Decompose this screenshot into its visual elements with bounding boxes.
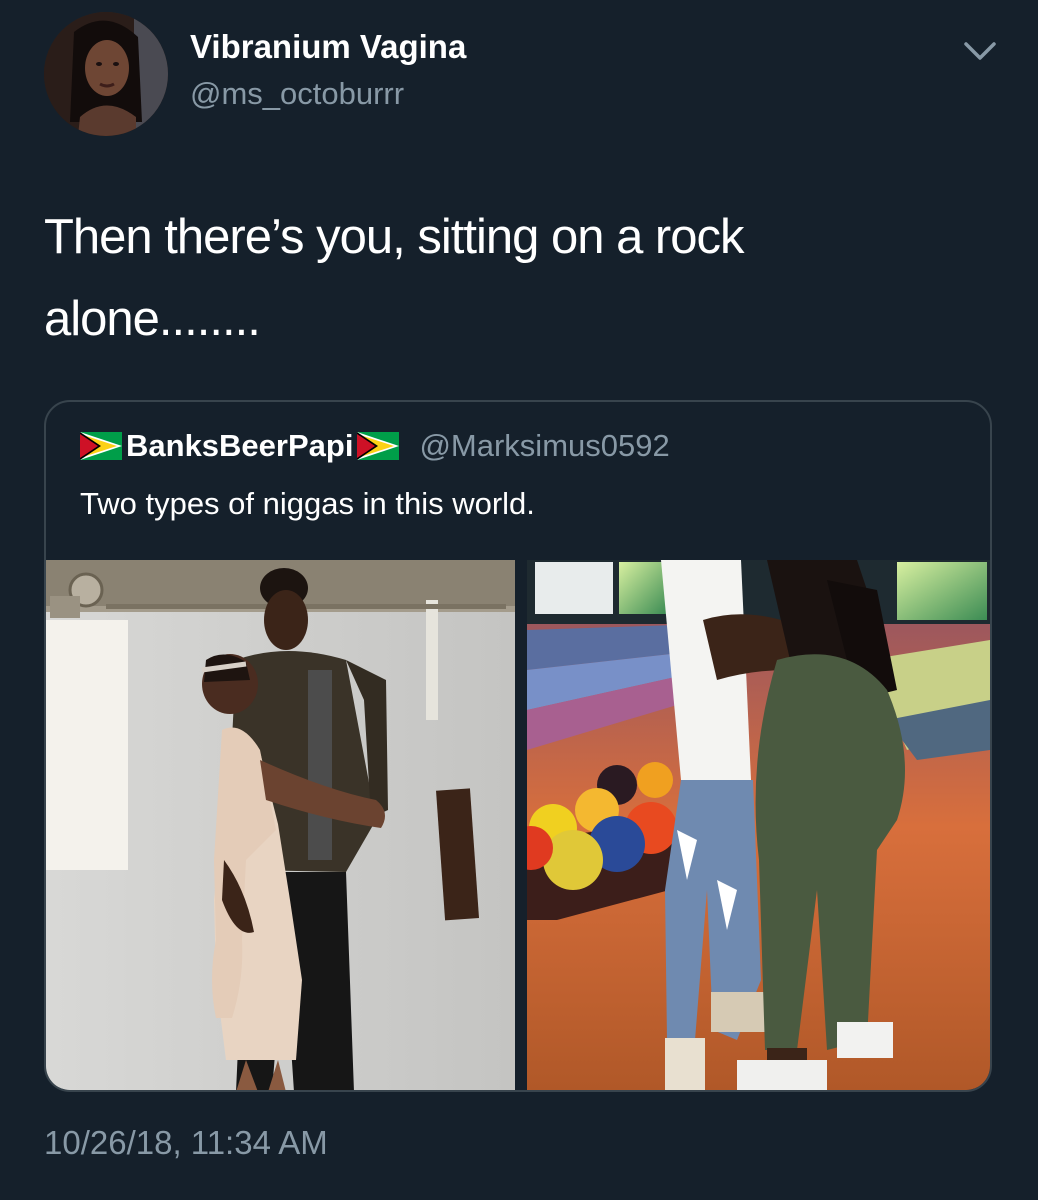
guyana-flag-icon xyxy=(357,432,400,460)
user-display-name[interactable]: Vibranium Vagina xyxy=(190,28,466,66)
quoted-tweet-media xyxy=(46,560,990,1090)
tweet-timestamp[interactable]: 10/26/18, 11:34 AM xyxy=(44,1124,328,1162)
chevron-down-icon[interactable] xyxy=(958,34,1002,70)
quoted-user-display-name[interactable]: BanksBeerPapi xyxy=(126,428,353,464)
quoted-tweet-card[interactable]: BanksBeerPapi @Marksimus0592 Two types o… xyxy=(44,400,992,1092)
photo-couple-bowling-alley[interactable] xyxy=(527,560,990,1090)
guyana-flag-icon xyxy=(80,432,122,460)
quoted-tweet-text: Two types of niggas in this world. xyxy=(80,486,535,521)
tweet: Vibranium Vagina @ms_octoburrr Then ther… xyxy=(0,0,1038,1200)
tweet-text: Then there’s you, sitting on a rock alon… xyxy=(44,196,984,360)
user-avatar[interactable] xyxy=(44,12,168,136)
user-handle[interactable]: @ms_octoburrr xyxy=(190,76,404,112)
quoted-user-handle[interactable]: @Marksimus0592 xyxy=(419,428,669,464)
photo-couple-hugging[interactable] xyxy=(46,560,515,1090)
tweet-text-line: Then there’s you, sitting on a rock xyxy=(44,210,745,264)
quoted-tweet-header: BanksBeerPapi @Marksimus0592 xyxy=(80,428,670,464)
tweet-text-line: alone........ xyxy=(44,292,261,346)
